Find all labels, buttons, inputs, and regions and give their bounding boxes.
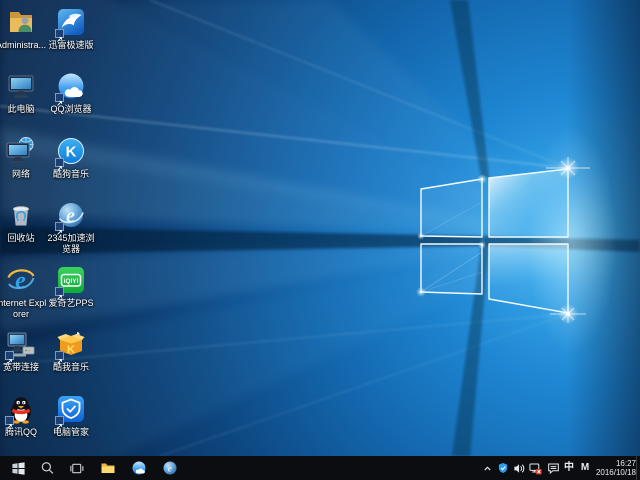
internet-explorer-icon: e xyxy=(5,264,37,296)
shortcut-arrow-badge xyxy=(55,93,64,102)
network-disconnected-icon xyxy=(529,462,542,475)
shortcut-arrow-badge xyxy=(55,222,64,231)
ime-mode-text: 中 xyxy=(564,456,574,480)
message-bubble-icon xyxy=(547,462,560,475)
recycle-bin-icon xyxy=(5,199,37,231)
computer-monitor-icon xyxy=(5,70,37,102)
icon-label: 酷狗音乐 xyxy=(44,169,98,180)
file-explorer-button[interactable] xyxy=(94,456,122,480)
tray-network-error[interactable] xyxy=(527,456,543,480)
network-globe-icon xyxy=(5,135,37,167)
desktop-icon-kuwo-music[interactable]: K 酷我音乐 xyxy=(44,328,98,373)
svg-text:K: K xyxy=(66,144,77,161)
desktop-icon-xunlei[interactable]: 迅雷极速版 xyxy=(44,6,98,51)
task-view-button[interactable] xyxy=(62,456,90,480)
shield-icon xyxy=(497,462,509,474)
browser-e-icon: e xyxy=(162,460,178,476)
chevron-up-icon xyxy=(482,463,493,474)
desktop-icon-administrator[interactable]: Administra... xyxy=(0,6,48,51)
task-view-icon xyxy=(69,461,84,476)
icon-label: Internet Explorer xyxy=(0,298,48,319)
shortcut-arrow-badge xyxy=(55,416,64,425)
hidden-icons-chevron[interactable] xyxy=(479,456,495,480)
desktop-icon-network[interactable]: 网络 xyxy=(0,135,48,180)
icon-label: 电脑管家 xyxy=(44,427,98,438)
svg-text:iQIYI: iQIYI xyxy=(64,278,79,285)
search-button[interactable] xyxy=(33,456,61,480)
tray-pc-manager[interactable] xyxy=(495,456,511,480)
speaker-icon xyxy=(513,462,526,475)
desktop-icon-2345-browser[interactable]: e 2345加速浏览器 xyxy=(44,199,98,254)
icon-label: 此电脑 xyxy=(0,104,48,115)
file-explorer-folder-icon xyxy=(100,460,116,476)
shortcut-arrow-badge xyxy=(55,351,64,360)
icon-label: 迅雷极速版 xyxy=(44,40,98,51)
icon-label: 2345加速浏览器 xyxy=(44,233,98,254)
svg-text:K: K xyxy=(67,344,75,356)
shortcut-arrow-badge xyxy=(5,416,14,425)
shortcut-arrow-badge xyxy=(55,29,64,38)
taskbar-clock[interactable]: 16:27 2016/10/18 xyxy=(584,456,636,480)
taskbar: e xyxy=(0,456,640,480)
icon-label: 回收站 xyxy=(0,233,48,244)
icon-label: QQ浏览器 xyxy=(44,104,98,115)
tray-action-center[interactable] xyxy=(545,456,561,480)
show-desktop-button[interactable] xyxy=(636,456,640,480)
start-button[interactable] xyxy=(4,456,32,480)
clock-time: 16:27 xyxy=(584,459,636,468)
icon-label: Administra... xyxy=(0,40,48,51)
desktop-icon-tencent-qq[interactable]: 腾讯QQ xyxy=(0,393,48,438)
tray-volume[interactable] xyxy=(511,456,527,480)
desktop-icon-qq-browser[interactable]: QQ浏览器 xyxy=(44,70,98,115)
icon-label: 网络 xyxy=(0,169,48,180)
ime-mode-indicator[interactable]: 中 xyxy=(561,456,577,480)
desktop-icon-broadband[interactable]: 宽带连接 xyxy=(0,328,48,373)
clock-date: 2016/10/18 xyxy=(584,468,636,477)
desktop-icon-this-pc[interactable]: 此电脑 xyxy=(0,70,48,115)
2345-browser-taskbar-button[interactable]: e xyxy=(156,456,184,480)
desktop-icon-pc-manager[interactable]: 电脑管家 xyxy=(44,393,98,438)
shortcut-arrow-badge xyxy=(55,158,64,167)
windows-10-desktop: Administra... 迅雷极速版 此电脑 xyxy=(0,0,640,480)
windows-logo-icon xyxy=(11,461,26,476)
user-folder-icon xyxy=(5,6,37,38)
desktop-icon-kugou-music[interactable]: K 酷狗音乐 xyxy=(44,135,98,180)
icon-label: 爱奇艺PPS xyxy=(44,298,98,309)
shortcut-arrow-badge xyxy=(55,287,64,296)
svg-text:e: e xyxy=(66,205,75,227)
desktop-icon-iqiyi-pps[interactable]: iQIYI 爱奇艺PPS xyxy=(44,264,98,309)
search-icon xyxy=(40,461,55,476)
icon-label: 酷我音乐 xyxy=(44,362,98,373)
desktop-icon-internet-explorer[interactable]: e Internet Explorer xyxy=(0,264,48,319)
desktop-icon-recycle-bin[interactable]: 回收站 xyxy=(0,199,48,244)
shortcut-arrow-badge xyxy=(5,351,14,360)
qq-browser-taskbar-button[interactable] xyxy=(125,456,153,480)
qq-browser-icon xyxy=(131,460,147,476)
